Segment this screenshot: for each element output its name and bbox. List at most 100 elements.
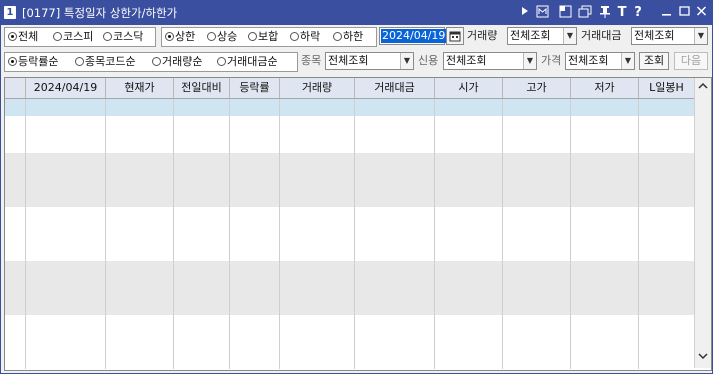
column-header-amount[interactable]: 거래대금 <box>355 78 435 98</box>
sort-option-amount[interactable]: 거래대금순 <box>217 53 278 71</box>
query-button[interactable]: 조회 <box>639 52 669 70</box>
direction-option-label: 보합 <box>258 30 279 43</box>
column-divider <box>173 99 174 369</box>
radio-selected-icon <box>165 32 174 41</box>
price-label: 가격 <box>541 54 562 67</box>
table-row[interactable] <box>5 116 694 153</box>
market-option-kosdaq[interactable]: 코스닥 <box>103 28 143 46</box>
sort-option-label: 거래대금순 <box>227 55 278 68</box>
scroll-down-icon[interactable] <box>695 350 711 366</box>
column-header-daily-candle[interactable]: L일봉H <box>639 78 694 98</box>
radio-icon <box>53 32 62 41</box>
table-row[interactable] <box>5 261 694 315</box>
market-radio-group: 전체 코스피 코스닥 <box>4 27 156 47</box>
link-screen-icon[interactable] <box>558 5 572 21</box>
radio-selected-icon <box>8 57 17 66</box>
market-option-kospi[interactable]: 코스피 <box>53 28 93 46</box>
sort-option-volume[interactable]: 거래량순 <box>152 53 202 71</box>
column-divider <box>279 99 280 369</box>
column-header-current-price[interactable]: 현재가 <box>106 78 174 98</box>
column-header-volume[interactable]: 거래량 <box>280 78 355 98</box>
price-select-value: 전체조회 <box>568 54 609 67</box>
amount-select-value: 전체조회 <box>634 29 675 42</box>
date-input[interactable]: 2024/04/19 <box>379 27 447 45</box>
sort-option-code[interactable]: 종목코드순 <box>75 53 136 71</box>
close-icon[interactable] <box>695 5 707 21</box>
column-divider <box>434 99 435 369</box>
direction-option-label: 하한 <box>343 30 364 43</box>
stock-select-value: 전체조회 <box>328 54 369 67</box>
minimize-icon[interactable] <box>660 5 672 21</box>
vertical-scrollbar[interactable] <box>694 78 711 368</box>
table-row[interactable] <box>5 315 694 369</box>
column-divider <box>25 99 26 369</box>
table-row[interactable] <box>5 207 694 261</box>
direction-option-upper-limit[interactable]: 상한 <box>165 28 195 46</box>
column-header-change[interactable]: 전일대비 <box>174 78 230 98</box>
filter-row-2: 등락률순 종목코드순 거래량순 거래대금순 종목 전체조회 ▼ 신용 전체조회 … <box>1 50 712 74</box>
direction-option-lower-limit[interactable]: 하한 <box>333 28 363 46</box>
copy-window-icon[interactable] <box>578 5 592 21</box>
column-header-high[interactable]: 고가 <box>503 78 571 98</box>
pin-icon[interactable] <box>599 5 611 21</box>
market-option-label: 코스닥 <box>113 30 144 43</box>
market-option-label: 코스피 <box>63 30 94 43</box>
radio-icon <box>217 57 226 66</box>
credit-select[interactable]: 전체조회 ▼ <box>443 52 537 70</box>
column-header-name[interactable]: 2024/04/19 <box>26 78 106 98</box>
market-option-label: 전체 <box>18 30 39 43</box>
dropdown-arrow-icon: ▼ <box>621 53 634 69</box>
direction-option-flat[interactable]: 보합 <box>248 28 278 46</box>
volume-label: 거래량 <box>467 29 498 42</box>
stock-label: 종목 <box>301 54 322 67</box>
radio-icon <box>152 57 161 66</box>
column-divider <box>570 99 571 369</box>
maximize-icon[interactable] <box>678 5 690 21</box>
calendar-icon <box>449 31 461 42</box>
radio-icon <box>103 32 112 41</box>
sort-option-change-rate[interactable]: 등락률순 <box>8 53 58 71</box>
column-header-low[interactable]: 저가 <box>571 78 639 98</box>
column-header-open[interactable]: 시가 <box>435 78 503 98</box>
result-grid: 2024/04/19 현재가 전일대비 등락률 거래량 거래대금 시가 고가 저… <box>4 77 712 371</box>
amount-select[interactable]: 전체조회 ▼ <box>631 27 708 45</box>
radio-icon <box>248 32 257 41</box>
column-divider <box>105 99 106 369</box>
grid-body <box>5 99 694 369</box>
radio-icon <box>207 32 216 41</box>
amount-label: 거래대금 <box>581 29 622 42</box>
credit-select-value: 전체조회 <box>446 54 487 67</box>
selected-row[interactable] <box>5 99 694 116</box>
direction-option-label: 하락 <box>300 30 321 43</box>
help-icon[interactable]: ? <box>632 5 644 21</box>
direction-option-fall[interactable]: 하락 <box>290 28 320 46</box>
date-value: 2024/04/19 <box>381 29 447 43</box>
window-title: [0177] 특정일자 상한가/하한가 <box>22 6 178 20</box>
column-header-change-rate[interactable]: 등락률 <box>230 78 280 98</box>
dropdown-arrow-icon: ▼ <box>563 28 576 44</box>
title-bar: 1 [0177] 특정일자 상한가/하한가 T ? <box>1 1 712 25</box>
column-divider <box>638 99 639 369</box>
dropdown-arrow-icon: ▼ <box>400 53 413 69</box>
volume-select-value: 전체조회 <box>510 29 551 42</box>
table-row[interactable] <box>5 153 694 207</box>
credit-label: 신용 <box>418 54 439 67</box>
price-select[interactable]: 전체조회 ▼ <box>565 52 635 70</box>
direction-option-rise[interactable]: 상승 <box>207 28 237 46</box>
volume-select[interactable]: 전체조회 ▼ <box>507 27 577 45</box>
market-option-all[interactable]: 전체 <box>8 28 38 46</box>
next-button[interactable]: 다음 <box>674 52 708 70</box>
play-icon[interactable] <box>520 5 530 21</box>
dropdown-arrow-icon: ▼ <box>523 53 536 69</box>
scroll-up-icon[interactable] <box>695 80 711 96</box>
column-divider <box>502 99 503 369</box>
radio-icon <box>290 32 299 41</box>
stock-select[interactable]: 전체조회 ▼ <box>325 52 414 70</box>
calendar-button[interactable] <box>446 27 464 45</box>
filter-row-1: 전체 코스피 코스닥 상한 상승 보합 하락 하한 2024/04/19 거래량… <box>1 25 712 49</box>
column-header-rownum[interactable] <box>5 78 26 98</box>
window-number-badge: 1 <box>4 6 16 19</box>
radio-selected-icon <box>8 32 17 41</box>
memo-icon[interactable] <box>535 5 549 21</box>
font-size-icon[interactable]: T <box>616 5 628 21</box>
